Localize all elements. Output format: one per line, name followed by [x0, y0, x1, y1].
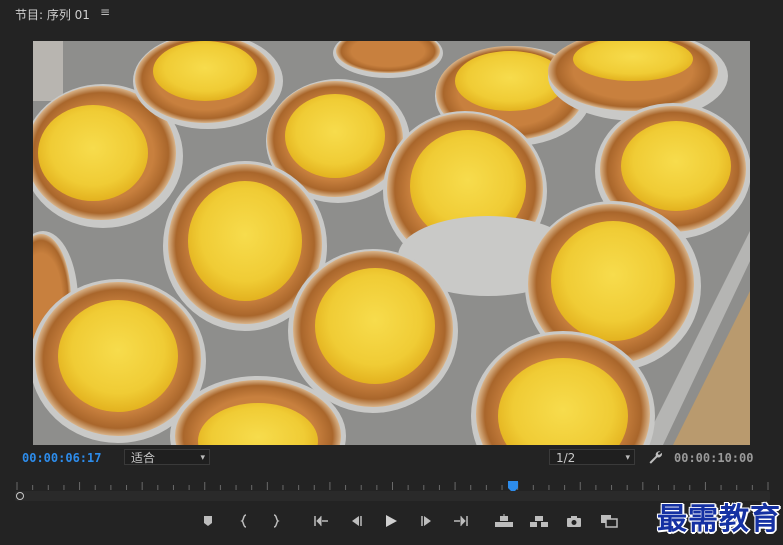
play-icon[interactable] — [380, 510, 402, 532]
lift-icon[interactable] — [493, 510, 515, 532]
chevron-down-icon: ▾ — [200, 453, 205, 463]
playback-resolution-select[interactable]: 1/2 ▾ — [549, 449, 635, 465]
mark-in-icon[interactable] — [233, 510, 255, 532]
ruler-ticks — [16, 482, 769, 490]
panel-title[interactable]: 节目: 序列 01 — [15, 6, 90, 23]
playback-resolution-label: 1/2 — [556, 451, 576, 465]
playhead-marker-icon[interactable] — [507, 478, 519, 493]
export-frame-icon[interactable] — [563, 510, 585, 532]
step-forward-icon[interactable] — [416, 510, 438, 532]
program-monitor-viewer[interactable] — [33, 41, 750, 445]
go-to-out-icon[interactable] — [450, 510, 472, 532]
wrench-settings-icon[interactable] — [647, 449, 663, 465]
mark-out-icon[interactable] — [265, 510, 287, 532]
add-marker-icon[interactable] — [197, 510, 219, 532]
fit-zoom-label: 适合 — [131, 451, 156, 465]
comparison-view-icon[interactable] — [598, 510, 620, 532]
scrub-handle[interactable] — [16, 492, 24, 500]
panel-header: 节目: 序列 01 ≡ — [0, 0, 783, 28]
hamburger-menu-icon[interactable]: ≡ — [100, 5, 110, 19]
extract-icon[interactable] — [528, 510, 550, 532]
duration-timecode: 00:00:10:00 — [674, 451, 754, 465]
video-frame-image — [33, 41, 750, 445]
chevron-down-icon: ▾ — [625, 453, 630, 463]
step-back-icon[interactable] — [345, 510, 367, 532]
watermark-logo: 最需教育 — [657, 502, 781, 537]
fit-zoom-select[interactable]: 适合 ▾ — [124, 449, 210, 465]
go-to-in-icon[interactable] — [310, 510, 332, 532]
current-timecode[interactable]: 00:00:06:17 — [22, 451, 101, 465]
